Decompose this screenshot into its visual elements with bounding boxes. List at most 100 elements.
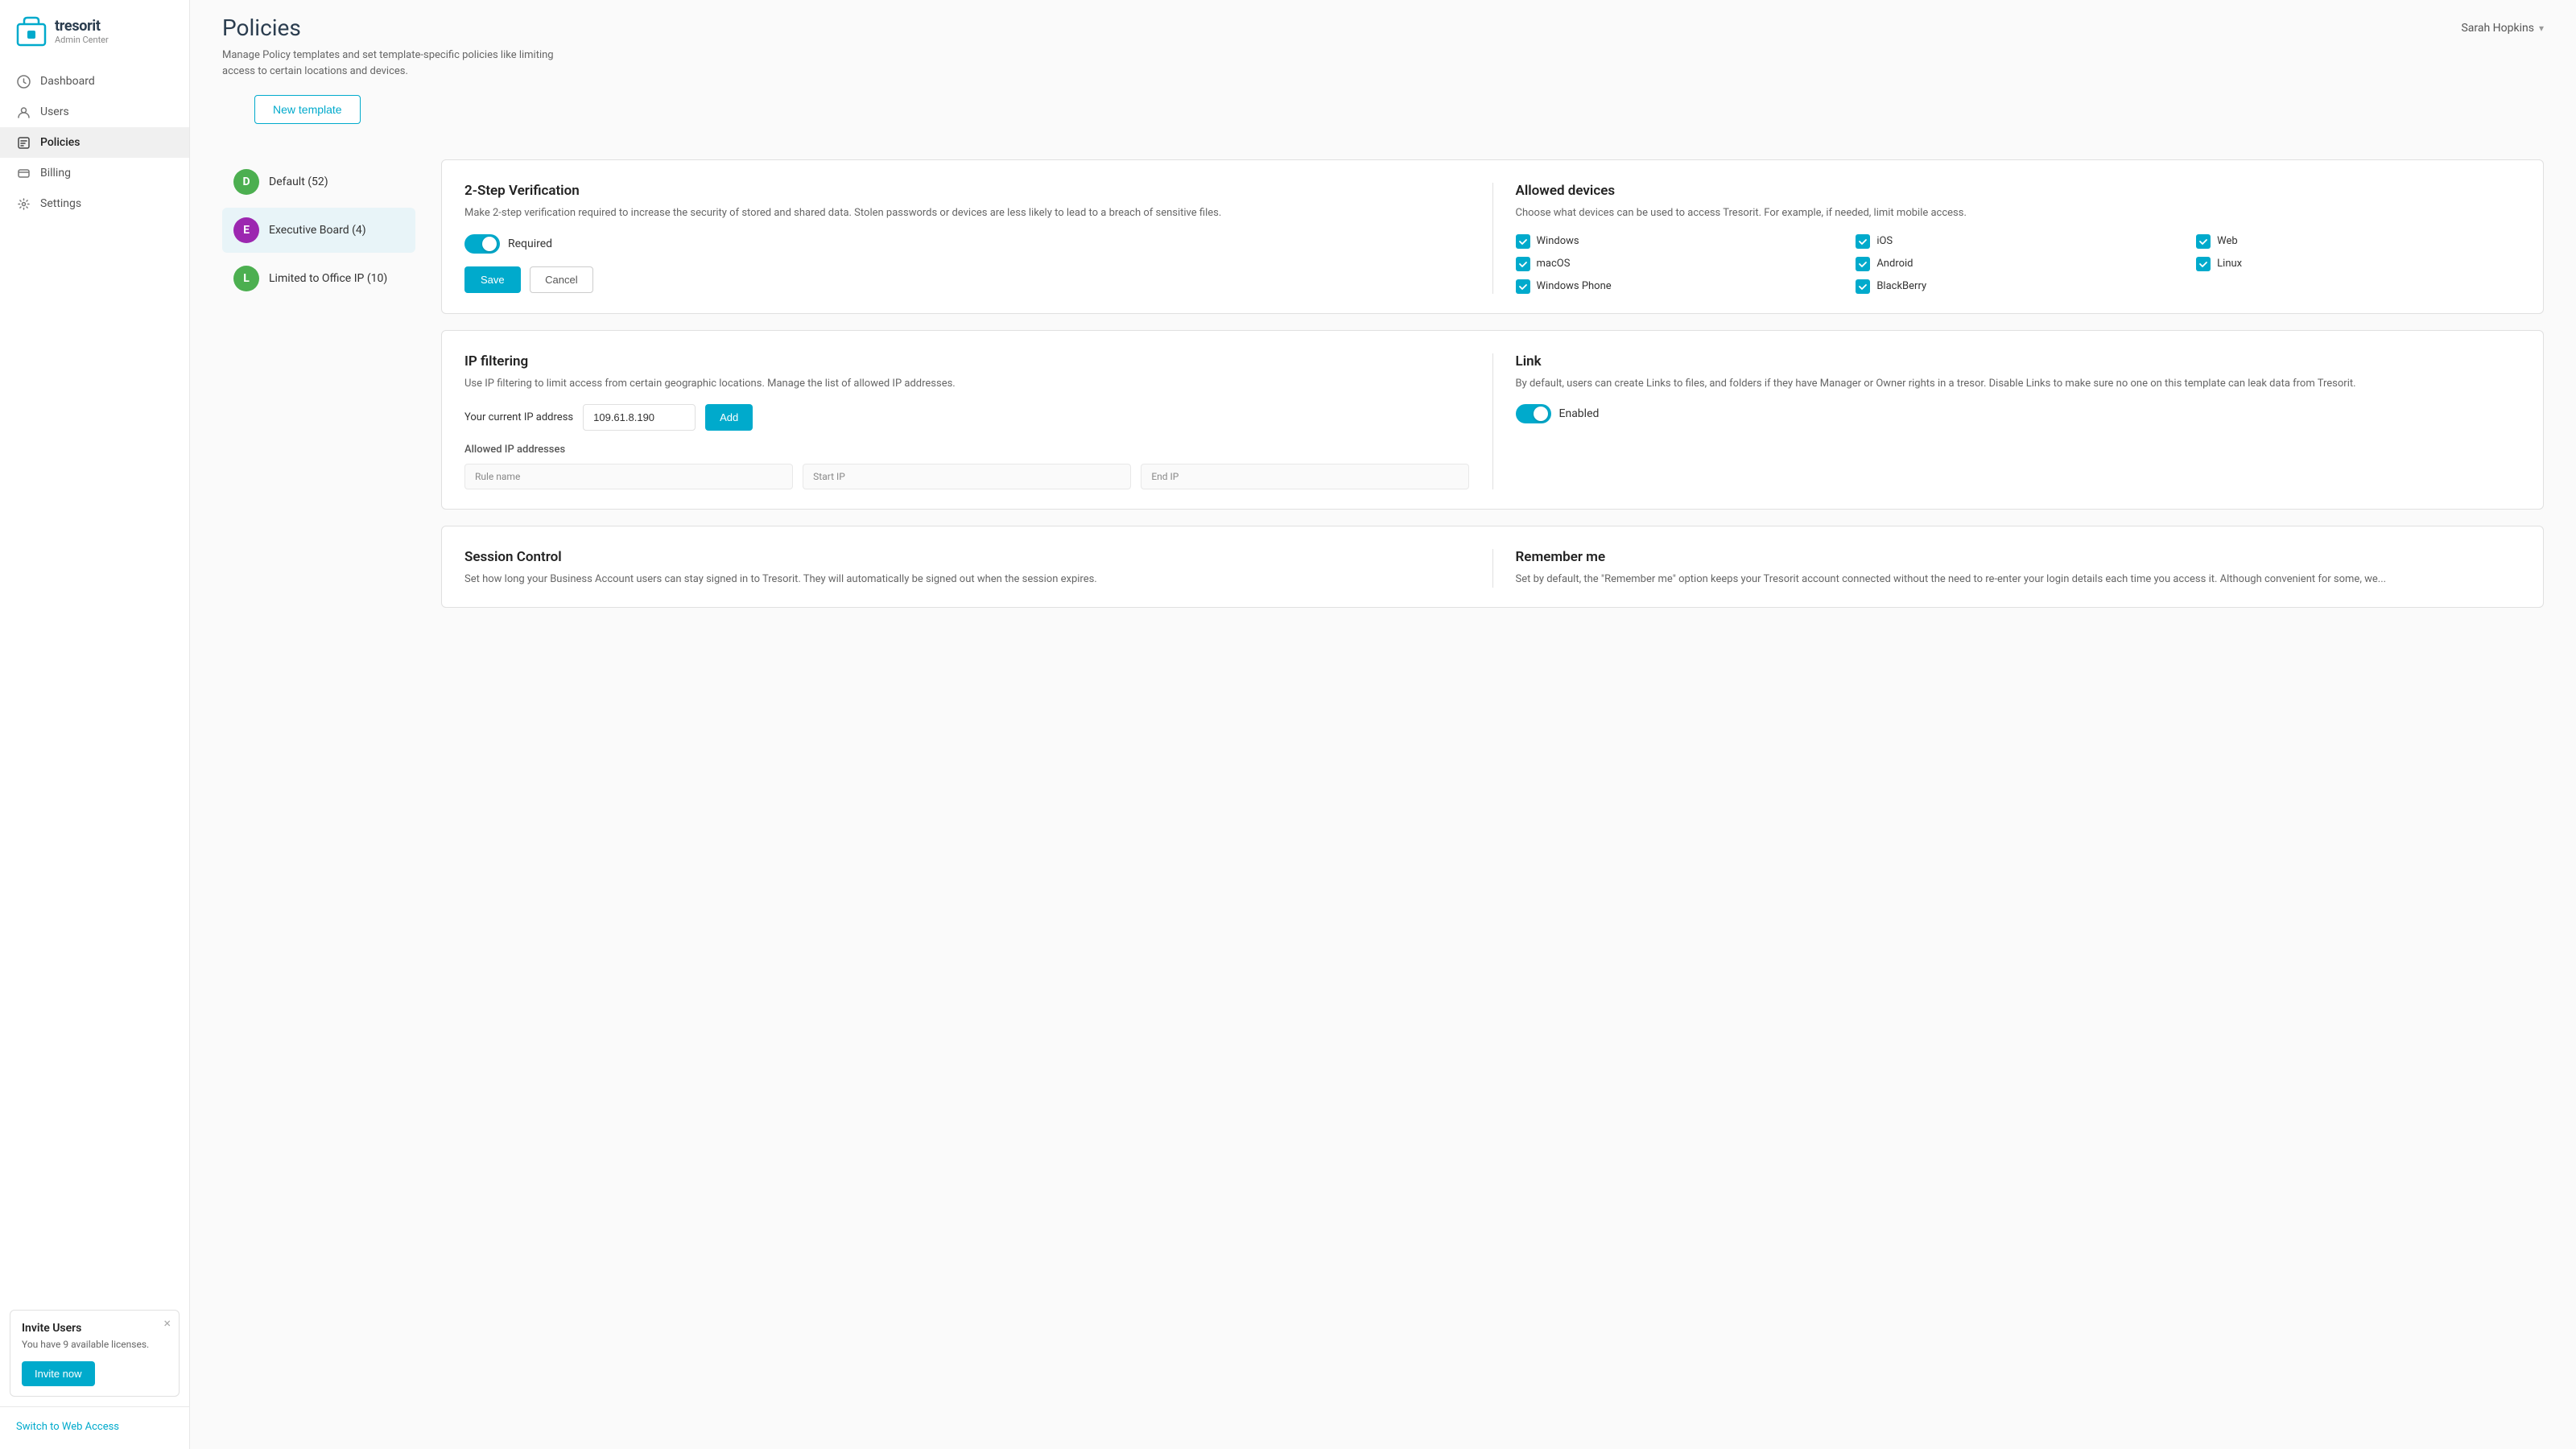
save-button[interactable]: Save [464,266,521,293]
allowed-devices-desc: Choose what devices can be used to acces… [1516,205,2521,221]
sidebar-item-users[interactable]: Users [0,97,189,127]
ip-filtering-desc: Use IP filtering to limit access from ce… [464,376,1470,392]
current-ip-input[interactable] [583,404,696,431]
user-area[interactable]: Sarah Hopkins ▾ [2461,22,2544,35]
allowed-ip-title: Allowed IP addresses [464,444,1470,456]
user-name: Sarah Hopkins [2461,22,2534,35]
section-remember-me: Remember me Set by default, the "Remembe… [1516,549,2521,588]
content-area: D Default (52) E Executive Board (4) L L… [190,159,2576,624]
section-session-control: Session Control Set how long your Busine… [464,549,1470,588]
sidebar-item-dashboard[interactable]: Dashboard [0,66,189,97]
toggle-thumb [482,237,497,251]
link-desc: By default, users can create Links to fi… [1516,376,2521,392]
checkbox-linux[interactable] [2196,257,2211,271]
remember-title: Remember me [1516,549,2521,565]
checkbox-web[interactable] [2196,234,2211,249]
device-label-blackberry: BlackBerry [1876,280,1926,292]
policy-badge-limited: L [233,266,259,291]
policy-list: D Default (52) E Executive Board (4) L L… [222,159,415,624]
section-divider-ip [1492,353,1493,490]
sidebar-label-users: Users [40,105,69,118]
toggle-track [464,234,500,254]
section-session-remember: Session Control Set how long your Busine… [441,526,2544,608]
section-ip-link: IP filtering Use IP filtering to limit a… [441,330,2544,510]
device-label-ios: iOS [1876,235,1893,247]
checkbox-macos[interactable] [1516,257,1530,271]
link-toggle-label: Enabled [1559,407,1600,420]
dashboard-icon [16,74,31,89]
checkbox-windows[interactable] [1516,234,1530,249]
invite-banner: × Invite Users You have 9 available lice… [10,1310,180,1397]
device-label-windows: Windows [1537,235,1579,247]
switch-web-link[interactable]: Switch to Web Access [16,1421,119,1433]
sidebar-item-billing[interactable]: Billing [0,158,189,188]
device-label-web: Web [2217,235,2238,247]
logo-sub: Admin Center [55,35,109,45]
session-title: Session Control [464,549,1470,565]
invite-close-icon[interactable]: × [163,1317,171,1330]
sidebar-item-policies[interactable]: Policies [0,127,189,158]
billing-icon [16,166,31,180]
link-toggle-row: Enabled [1516,404,2521,423]
sections-row-ip: IP filtering Use IP filtering to limit a… [464,353,2520,490]
page-title: Policies [222,14,301,41]
ip-table-header: Rule name Start IP End IP [464,464,1470,489]
device-item-windows-phone: Windows Phone [1516,279,1840,294]
settings-icon [16,196,31,211]
two-step-actions: Save Cancel [464,266,1470,293]
policy-name-exec: Executive Board (4) [269,224,366,237]
checkbox-android[interactable] [1856,257,1870,271]
policy-name-default: Default (52) [269,175,328,188]
new-template-button[interactable]: New template [254,95,361,124]
two-step-toggle[interactable] [464,234,500,254]
ip-filtering-title: IP filtering [464,353,1470,369]
allowed-devices-title: Allowed devices [1516,183,2521,199]
policy-name-limited: Limited to Office IP (10) [269,272,387,285]
checkbox-windows-phone[interactable] [1516,279,1530,294]
device-item-android: Android [1856,257,2180,271]
checkbox-ios[interactable] [1856,234,1870,249]
tresorit-logo-icon [16,16,47,47]
link-title: Link [1516,353,2521,369]
current-ip-label: Your current IP address [464,411,573,423]
ip-current-row: Your current IP address Add [464,404,1470,431]
device-item-web: Web [2196,234,2520,249]
link-toggle[interactable] [1516,404,1551,423]
link-toggle-track [1516,404,1551,423]
add-ip-button[interactable]: Add [705,404,753,431]
sidebar-label-dashboard: Dashboard [40,75,95,88]
device-item-macos: macOS [1516,257,1840,271]
section-allowed-devices: Allowed devices Choose what devices can … [1516,183,2521,294]
policies-icon [16,135,31,150]
policy-item-exec[interactable]: E Executive Board (4) [222,208,415,253]
two-step-desc: Make 2-step verification required to inc… [464,205,1470,221]
invite-desc: You have 9 available licenses. [22,1338,167,1352]
sidebar-label-settings: Settings [40,197,81,210]
logo-area: tresorit Admin Center [0,0,189,60]
section-two-step: 2-Step Verification Make 2-step verifica… [464,183,1470,294]
device-label-macos: macOS [1537,258,1571,270]
main-content: Policies Sarah Hopkins ▾ Manage Policy t… [190,0,2576,1449]
logo-text: tresorit Admin Center [55,18,109,45]
two-step-toggle-label: Required [508,237,552,250]
invite-now-button[interactable]: Invite now [22,1361,95,1386]
policy-item-default[interactable]: D Default (52) [222,159,415,204]
section-divider-session [1492,549,1493,588]
checkbox-blackberry[interactable] [1856,279,1870,294]
topbar: Policies Sarah Hopkins ▾ [190,0,2576,41]
device-item-linux: Linux [2196,257,2520,271]
policy-badge-default: D [233,169,259,195]
sections-row-top: 2-Step Verification Make 2-step verifica… [464,183,2520,294]
ip-col-start-ip: Start IP [803,464,1131,489]
link-toggle-thumb [1534,407,1548,421]
section-divider [1492,183,1493,294]
sidebar-label-policies: Policies [40,136,80,149]
remember-desc: Set by default, the "Remember me" option… [1516,572,2521,588]
policy-item-limited[interactable]: L Limited to Office IP (10) [222,256,415,301]
sections-row-session: Session Control Set how long your Busine… [464,549,2520,588]
section-verification-devices: 2-Step Verification Make 2-step verifica… [441,159,2544,314]
sidebar-item-settings[interactable]: Settings [0,188,189,219]
cancel-button[interactable]: Cancel [530,266,592,293]
session-desc: Set how long your Business Account users… [464,572,1470,588]
section-link: Link By default, users can create Links … [1516,353,2521,490]
